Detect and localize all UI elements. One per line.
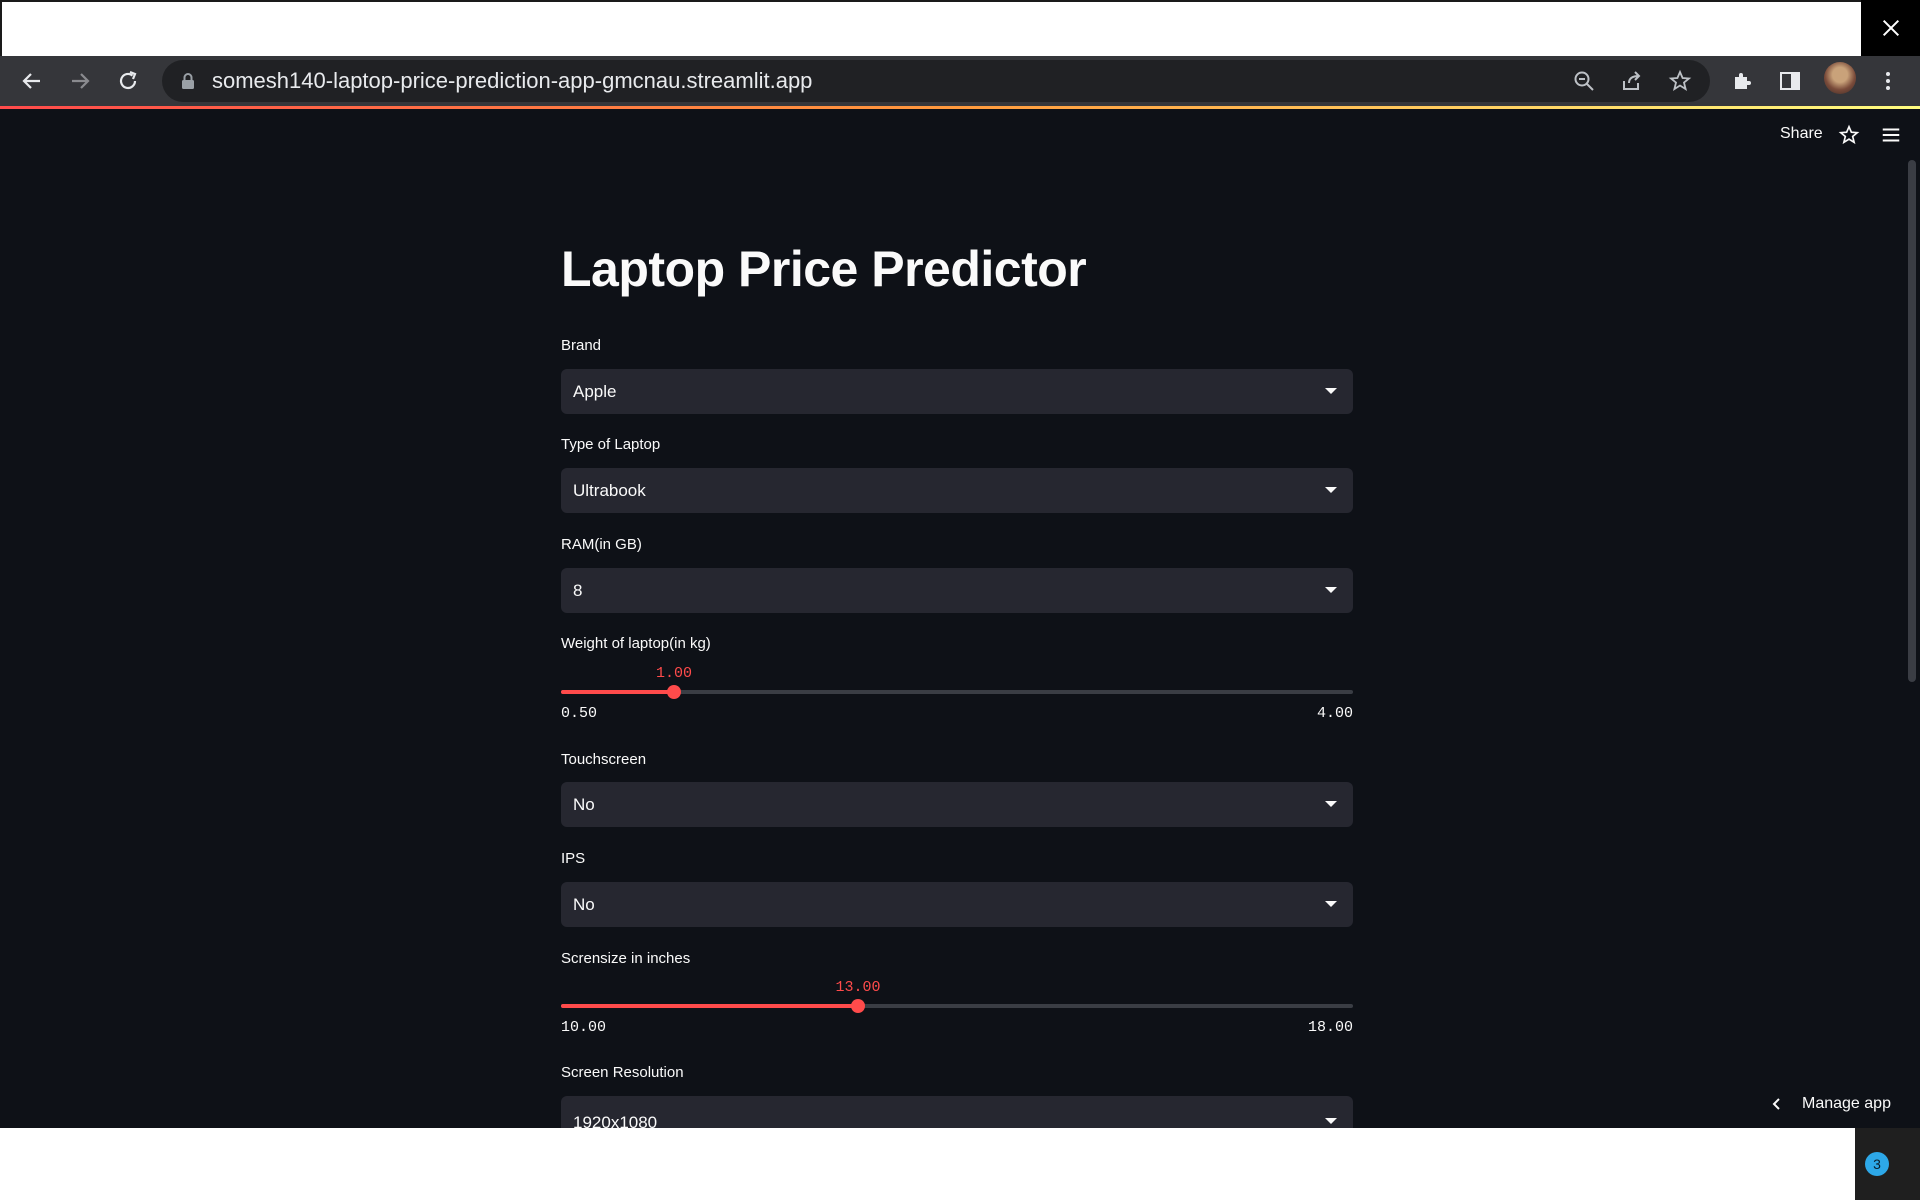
ram-value: 8 <box>573 581 583 600</box>
share-button[interactable]: Share <box>1780 125 1823 143</box>
brand-value: Apple <box>573 382 617 401</box>
touchscreen-label: Touchscreen <box>561 751 647 768</box>
forward-arrow-icon <box>72 73 90 89</box>
ram-select[interactable]: 8 <box>561 568 1353 613</box>
ips-select[interactable]: No <box>561 882 1353 927</box>
slider-min-value: 0.50 <box>561 705 598 722</box>
taskbar-strip <box>0 1128 1920 1200</box>
back-arrow-icon <box>22 73 40 89</box>
brand-label: Brand <box>561 337 602 354</box>
top-strip <box>0 0 1920 56</box>
slider-thumb[interactable] <box>851 999 865 1013</box>
share-page-icon[interactable] <box>1620 69 1644 93</box>
touchscreen-value: No <box>573 795 595 814</box>
slider-max-value: 4.00 <box>1316 705 1353 722</box>
resolution-value: 1920x1080 <box>573 1113 658 1128</box>
notification-badge[interactable]: 3 <box>1865 1152 1889 1176</box>
ips-value: No <box>573 895 595 914</box>
top-strip-frame <box>0 0 1861 56</box>
manage-app-button[interactable]: Manage app <box>1770 1092 1891 1116</box>
chevron-down-icon <box>1325 487 1337 493</box>
chevron-down-icon <box>1325 901 1337 907</box>
chevron-down-icon <box>1325 1118 1337 1124</box>
bookmark-star-icon[interactable] <box>1668 69 1692 93</box>
browser-menu-icon[interactable] <box>1876 69 1900 93</box>
hamburger-menu-icon[interactable] <box>1880 124 1902 146</box>
slider-fill <box>561 690 674 694</box>
favorite-star-icon[interactable] <box>1838 124 1860 146</box>
browser-toolbar: somesh140-laptop-price-prediction-app-gm… <box>0 56 1920 106</box>
close-button[interactable] <box>1861 0 1920 56</box>
brand-select[interactable]: Apple <box>561 369 1353 414</box>
manage-app-label: Manage app <box>1802 1095 1891 1112</box>
type-label: Type of Laptop <box>561 436 661 453</box>
screensize-label: Scrensize in inches <box>561 950 691 967</box>
profile-avatar[interactable] <box>1824 62 1856 94</box>
url-text: somesh140-laptop-price-prediction-app-gm… <box>212 68 813 93</box>
extensions-icon[interactable] <box>1730 69 1754 93</box>
type-value: Ultrabook <box>573 481 646 500</box>
chevron-down-icon <box>1325 587 1337 593</box>
slider-current-value: 13.00 <box>835 979 881 996</box>
zoom-out-icon[interactable] <box>1572 69 1596 93</box>
side-panel-icon[interactable] <box>1778 69 1802 93</box>
type-select[interactable]: Ultrabook <box>561 468 1353 513</box>
resolution-select[interactable]: 1920x1080 <box>561 1096 1353 1128</box>
slider-current-value: 1.00 <box>655 665 693 682</box>
ips-label: IPS <box>561 850 586 867</box>
slider-min-value: 10.00 <box>561 1019 607 1036</box>
resolution-label: Screen Resolution <box>561 1064 684 1081</box>
chevron-down-icon <box>1325 801 1337 807</box>
chevron-down-icon <box>1325 388 1337 394</box>
slider-thumb[interactable] <box>667 685 681 699</box>
lock-icon <box>182 73 194 89</box>
screensize-slider[interactable]: 13.00 10.00 18.00 <box>561 979 1353 1039</box>
app-header: Share <box>0 109 1920 159</box>
chevron-left-icon <box>1772 1098 1780 1110</box>
slider-fill <box>561 1004 858 1008</box>
page-title: Laptop Price Predictor <box>561 241 1087 297</box>
touchscreen-select[interactable]: No <box>561 782 1353 827</box>
forward-button[interactable] <box>58 56 102 106</box>
back-button[interactable] <box>10 56 54 106</box>
scrollbar[interactable] <box>1908 160 1916 682</box>
close-icon <box>1882 19 1899 37</box>
slider-max-value: 18.00 <box>1307 1019 1353 1036</box>
reload-button[interactable] <box>106 56 150 106</box>
weight-slider[interactable]: 1.00 0.50 4.00 <box>561 665 1353 725</box>
reload-icon <box>119 70 137 90</box>
address-bar[interactable]: somesh140-laptop-price-prediction-app-gm… <box>162 60 1710 102</box>
ram-label: RAM(in GB) <box>561 536 642 553</box>
weight-label: Weight of laptop(in kg) <box>561 635 711 652</box>
